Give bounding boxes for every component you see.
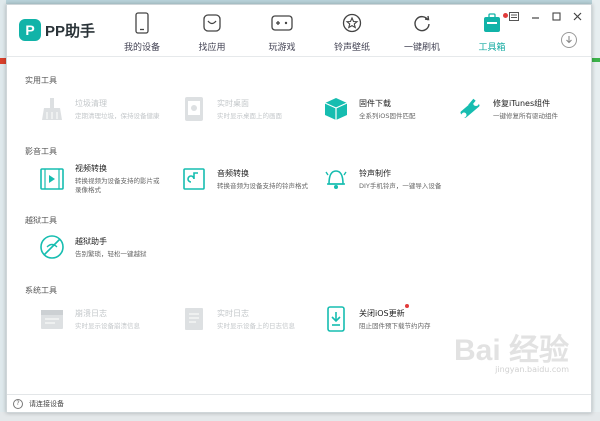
section-title-system: 系统工具: [25, 286, 57, 295]
tool-desc: 实时显示设备崩溃信息: [75, 321, 140, 330]
download-manager-button[interactable]: [561, 32, 577, 48]
realtime-log-icon: [179, 306, 209, 332]
status-bar: ? 请连接设备: [7, 394, 591, 412]
jailbreak-icon: [37, 234, 67, 260]
nav-my-device[interactable]: 我的设备: [107, 11, 177, 53]
tool-disable-ios-update[interactable]: 关闭iOS更新 阻止固件预下载节约内存: [321, 304, 451, 334]
firmware-box-icon: [321, 96, 351, 122]
tool-name: 实时桌面: [217, 98, 249, 108]
tool-firmware-download[interactable]: 固件下载 全系列iOS固件匹配: [321, 94, 451, 124]
tool-desc: 全系列iOS固件匹配: [359, 111, 416, 120]
tool-name: 音频转换: [217, 168, 249, 178]
nav-wallpaper[interactable]: 铃声壁纸: [317, 11, 387, 53]
tool-desc: 转换视频为设备支持的影片或 录像格式: [75, 177, 160, 195]
close-icon[interactable]: [571, 10, 583, 22]
tool-name: 垃圾清理: [75, 98, 107, 108]
gamepad-icon: [267, 11, 297, 35]
tool-ringtone-maker[interactable]: 铃声制作 DIY手机铃声，一键导入设备: [321, 164, 451, 194]
block-update-icon: [321, 306, 351, 332]
settings-icon[interactable]: [508, 10, 520, 22]
download-icon: [566, 36, 572, 44]
title-bar: P PP助手 我的设备 找应用 玩游戏 铃声壁纸 一键刷机 工具箱: [7, 5, 591, 57]
tool-junk-cleanup[interactable]: 垃圾清理 定期清理垃圾，保持设备健康: [37, 94, 167, 124]
tool-name: 铃声制作: [359, 168, 391, 178]
tool-jailbreak-assistant[interactable]: 越狱助手 告别繁琐，轻松一键越狱: [37, 232, 167, 262]
connection-status: 请连接设备: [29, 399, 64, 408]
wrench-icon: [455, 96, 485, 122]
tool-name: 崩溃日志: [75, 308, 107, 318]
nav-label: 铃声壁纸: [333, 43, 370, 53]
maximize-icon[interactable]: [550, 10, 562, 22]
nav-label: 我的设备: [123, 43, 160, 53]
tool-name: 越狱助手: [75, 236, 107, 246]
app-logo: P PP助手: [19, 19, 95, 41]
nav-label: 一键刷机: [403, 43, 440, 53]
notification-badge: [405, 304, 409, 308]
pp-logo-icon: P: [19, 19, 41, 41]
toolbox-content: 实用工具 垃圾清理 定期清理垃圾，保持设备健康 实时桌面 实时显示桌面上的画面: [7, 58, 591, 394]
window-controls: [508, 10, 583, 22]
tool-realtime-log[interactable]: 实时日志 实时显示设备上的日志信息: [179, 304, 309, 334]
tool-desc: 告别繁琐，轻松一键越狱: [75, 249, 147, 258]
tool-name: 关闭iOS更新: [359, 308, 405, 318]
nav-label: 玩游戏: [268, 43, 296, 53]
tool-desc-line: 录像格式: [75, 186, 101, 194]
section-title-jailbreak: 越狱工具: [25, 216, 57, 225]
phone-icon: [127, 11, 157, 35]
tool-realtime-desktop[interactable]: 实时桌面 实时显示桌面上的画面: [179, 94, 309, 124]
star-icon: [337, 11, 367, 35]
tool-desc: 一键修复所有驱动组件: [493, 111, 558, 120]
nav-label: 工具箱: [478, 43, 506, 53]
crash-log-icon: [37, 306, 67, 332]
video-icon: [37, 166, 67, 192]
main-nav: 我的设备 找应用 玩游戏 铃声壁纸 一键刷机 工具箱: [107, 11, 527, 53]
tool-name: 实时日志: [217, 308, 249, 318]
tool-name: 视频转换: [75, 164, 107, 174]
desktop-background-bottom: [0, 412, 600, 421]
desktop-background-right: [592, 0, 600, 421]
app-title: PP助手: [45, 22, 96, 40]
tool-repair-itunes[interactable]: 修复iTunes组件 一键修复所有驱动组件: [455, 94, 585, 124]
tool-desc: 定期清理垃圾，保持设备健康: [75, 111, 160, 120]
pp-assistant-window: P PP助手 我的设备 找应用 玩游戏 铃声壁纸 一键刷机 工具箱 实用工具 垃…: [6, 4, 592, 413]
tool-desc: 实时显示设备上的日志信息: [217, 321, 295, 330]
tool-desc-line: 转换视频为设备支持的影片或: [75, 177, 160, 186]
app-bag-icon: [197, 11, 227, 35]
tool-desc: 阻止固件预下载节约内存: [359, 321, 431, 330]
tool-name: 固件下载: [359, 98, 391, 108]
tool-audio-convert[interactable]: 音频转换 转换音频为设备支持的铃声格式: [179, 164, 309, 194]
nav-find-apps[interactable]: 找应用: [177, 11, 247, 53]
nav-flash[interactable]: 一键刷机: [387, 11, 457, 53]
section-title-media: 影音工具: [25, 147, 57, 156]
help-icon[interactable]: ?: [13, 398, 23, 409]
audio-icon: [179, 166, 209, 192]
tool-crash-log[interactable]: 崩溃日志 实时显示设备崩溃信息: [37, 304, 167, 334]
bell-icon: [321, 166, 351, 192]
minimize-icon[interactable]: [529, 10, 541, 22]
tool-desc: 实时显示桌面上的画面: [217, 111, 282, 120]
tool-desc: DIY手机铃声，一键导入设备: [359, 181, 442, 190]
baidu-watermark: Bai 经验 jingyan.baidu.com: [454, 325, 569, 374]
section-title-utility: 实用工具: [25, 76, 57, 85]
phone-screen-icon: [179, 96, 209, 122]
broom-icon: [37, 96, 67, 122]
refresh-icon: [407, 11, 437, 35]
nav-games[interactable]: 玩游戏: [247, 11, 317, 53]
tool-desc: 转换音频为设备支持的铃声格式: [217, 181, 308, 190]
nav-label: 找应用: [198, 43, 226, 53]
tool-video-convert[interactable]: 视频转换 转换视频为设备支持的影片或 录像格式: [37, 164, 167, 194]
watermark-logo: Bai 经验: [453, 334, 569, 367]
background-green-marker: [592, 58, 600, 62]
tool-name: 修复iTunes组件: [493, 98, 551, 108]
